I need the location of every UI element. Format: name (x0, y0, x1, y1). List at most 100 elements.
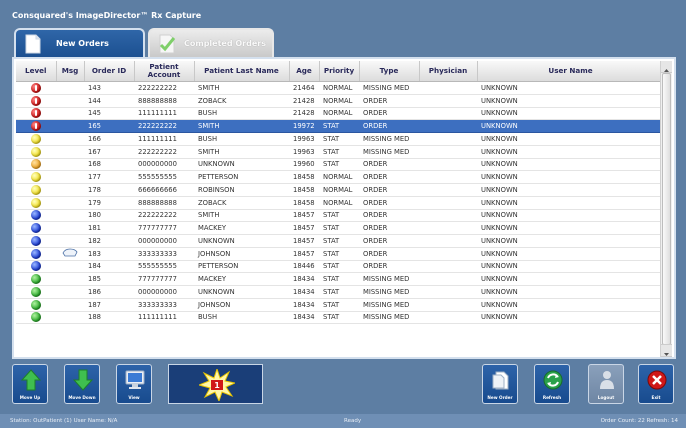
table-row[interactable]: 177 555555555 PETTERSON 18458 NORMAL ORDER UNK… (16, 170, 664, 184)
table-row[interactable]: 185 777777777 MACKEY 18434 STAT MISSING MED UN… (16, 272, 664, 286)
user-name-cell: UNKNOWN (477, 285, 664, 299)
level-cell (16, 260, 56, 274)
alert-indicator[interactable]: 1 (168, 364, 263, 404)
physician-cell (419, 209, 477, 223)
new-document-icon (492, 371, 509, 390)
age-cell: 21428 (289, 94, 319, 108)
age-cell: 19963 (289, 132, 319, 146)
order-id-cell: 143 (84, 81, 134, 95)
grid-header: Level Msg Order ID Patient Account Patient L… (16, 61, 664, 82)
patient-account-cell: 000000000 (134, 285, 194, 299)
msg-cell[interactable] (56, 247, 84, 261)
table-row[interactable]: 187 333333333 JOHNSON 18434 STAT MISSING MED U… (16, 298, 664, 312)
scroll-up-button[interactable] (661, 61, 672, 73)
table-row[interactable]: 179 888888888 ZOBACK 18458 NORMAL ORDER UNKNOW… (16, 196, 664, 210)
document-icon (25, 34, 41, 54)
move-down-button[interactable]: Move Down (64, 364, 100, 404)
table-row[interactable]: 178 666666666 ROBINSON 18458 NORMAL ORDER UNKN… (16, 183, 664, 197)
table-row[interactable]: 183 333333333 JOHNSON 18457 STAT ORDER UNKNOWN (16, 247, 664, 261)
yellow-status-icon (31, 146, 41, 157)
table-row[interactable]: 182 000000000 UNKNOWN 18457 STAT ORDER UNKNOWN (16, 234, 664, 248)
column-header-level[interactable]: Level (16, 61, 57, 82)
user-name-cell: UNKNOWN (477, 158, 664, 172)
msg-cell (56, 107, 84, 121)
msg-cell (56, 285, 84, 299)
type-cell: MISSING MED (359, 145, 419, 159)
column-header-patient-last-name[interactable]: Patient Last Name (194, 61, 290, 82)
age-cell: 19963 (289, 145, 319, 159)
scroll-down-button[interactable] (661, 344, 672, 357)
logout-button[interactable]: Logout (588, 364, 624, 404)
scroll-thumb[interactable] (662, 73, 671, 345)
exit-button[interactable]: Exit (638, 364, 674, 404)
user-name-cell: UNKNOWN (477, 311, 664, 325)
age-cell: 19972 (289, 119, 319, 133)
exit-label: Exit (651, 395, 661, 400)
table-row[interactable]: 166 111111111 BUSH 19963 STAT MISSING MED UNKN… (16, 132, 664, 146)
column-header-priority[interactable]: Priority (319, 61, 360, 82)
patient-account-cell: 000000000 (134, 158, 194, 172)
column-header-patient-account[interactable]: Patient Account (134, 61, 195, 82)
physician-cell (419, 260, 477, 274)
order-id-cell: 179 (84, 196, 134, 210)
order-id-cell: 183 (84, 247, 134, 261)
column-header-age[interactable]: Age (289, 61, 320, 82)
yellow-status-icon (31, 172, 41, 183)
blue-status-icon (31, 261, 41, 272)
type-cell: ORDER (359, 247, 419, 261)
exclamation-mark (35, 123, 37, 130)
level-cell (16, 94, 56, 108)
priority-cell: STAT (319, 145, 359, 159)
column-header-physician[interactable]: Physician (419, 61, 478, 82)
arrow-down-icon (73, 369, 93, 391)
patient-account-cell: 111111111 (134, 107, 194, 121)
order-id-cell: 178 (84, 183, 134, 197)
patient-account-cell: 333333333 (134, 247, 194, 261)
exclamation-mark (35, 84, 37, 91)
move-up-label: Move Up (19, 395, 41, 400)
msg-cell (56, 183, 84, 197)
view-label: View (128, 395, 140, 400)
table-row[interactable]: 168 000000000 UNKNOWN 19960 STAT ORDER UNKNOWN (16, 158, 664, 172)
column-header-order-id[interactable]: Order ID (84, 61, 135, 82)
priority-cell: NORMAL (319, 183, 359, 197)
priority-cell: STAT (319, 272, 359, 286)
red-status-icon (31, 95, 41, 106)
vertical-scrollbar[interactable] (660, 61, 672, 357)
physician-cell (419, 285, 477, 299)
tab-completed-orders[interactable]: Completed Orders (148, 28, 274, 58)
table-row[interactable]: 143 222222222 SMITH 21464 NORMAL MISSING MED U… (16, 81, 664, 95)
refresh-button[interactable]: Refresh (534, 364, 570, 404)
physician-cell (419, 183, 477, 197)
table-row[interactable]: 188 111111111 BUSH 18434 STAT MISSING MED UNKN… (16, 311, 664, 325)
table-row[interactable]: 181 777777777 MACKEY 18457 STAT ORDER UNKNOWN (16, 221, 664, 235)
table-row[interactable]: 165 222222222 SMITH 19972 STAT ORDER UNKNOWN (16, 119, 664, 133)
order-id-cell: 188 (84, 311, 134, 325)
user-name-cell: UNKNOWN (477, 247, 664, 261)
table-row[interactable]: 186 000000000 UNKNOWN 18434 STAT MISSING MED U… (16, 285, 664, 299)
table-row[interactable]: 184 555555555 PETTERSON 18446 STAT ORDER UNKNO… (16, 260, 664, 274)
view-button[interactable]: View (116, 364, 152, 404)
new-order-button[interactable]: New Order (482, 364, 518, 404)
age-cell: 18434 (289, 285, 319, 299)
move-up-button[interactable]: Move Up (12, 364, 48, 404)
tab-new-orders[interactable]: New Orders (14, 28, 145, 58)
msg-cell (56, 132, 84, 146)
column-header-msg[interactable]: Msg (56, 61, 85, 82)
type-cell: ORDER (359, 158, 419, 172)
table-row[interactable]: 180 222222222 SMITH 18457 STAT ORDER UNKNOWN (16, 209, 664, 223)
status-station: Station: OutPatient (1) User Name: N/A (10, 418, 118, 424)
table-row[interactable]: 145 111111111 BUSH 21428 NORMAL ORDER UNKNOWN (16, 107, 664, 121)
table-row[interactable]: 167 222222222 SMITH 19963 STAT MISSING MED UNK… (16, 145, 664, 159)
tab-completed-orders-label: Completed Orders (184, 39, 266, 48)
table-row[interactable]: 144 888888888 ZOBACK 21428 NORMAL ORDER UNKNOW… (16, 94, 664, 108)
age-cell: 18457 (289, 234, 319, 248)
level-cell (16, 183, 56, 197)
user-name-cell: UNKNOWN (477, 260, 664, 274)
message-icon[interactable] (62, 248, 78, 257)
physician-cell (419, 94, 477, 108)
starburst-alert-icon: 1 (199, 369, 235, 401)
column-header-type[interactable]: Type (359, 61, 420, 82)
physician-cell (419, 311, 477, 325)
column-header-user-name[interactable]: User Name (477, 61, 664, 82)
